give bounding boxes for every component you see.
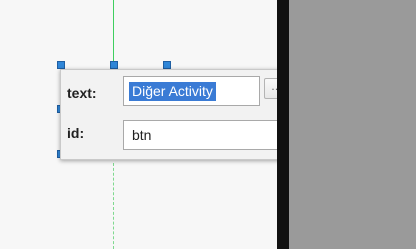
text-property-label: text: [67, 85, 97, 101]
canvas-border [277, 0, 289, 249]
quick-properties-popup: text: Diğer Activity ... id: btn [60, 69, 299, 160]
vertical-guide-line [113, 0, 114, 66]
outer-workspace-panel [289, 0, 416, 249]
center-guide-dashed [113, 163, 114, 249]
id-property-input[interactable]: btn [123, 120, 291, 150]
id-property-label: id: [67, 125, 85, 141]
text-property-input[interactable]: Diğer Activity [123, 76, 260, 106]
resize-handle-top-left[interactable] [57, 61, 65, 69]
resize-handle-top-right[interactable] [163, 61, 171, 69]
resize-handle-top-middle[interactable] [110, 61, 118, 69]
text-property-selected-value[interactable]: Diğer Activity [129, 82, 216, 101]
